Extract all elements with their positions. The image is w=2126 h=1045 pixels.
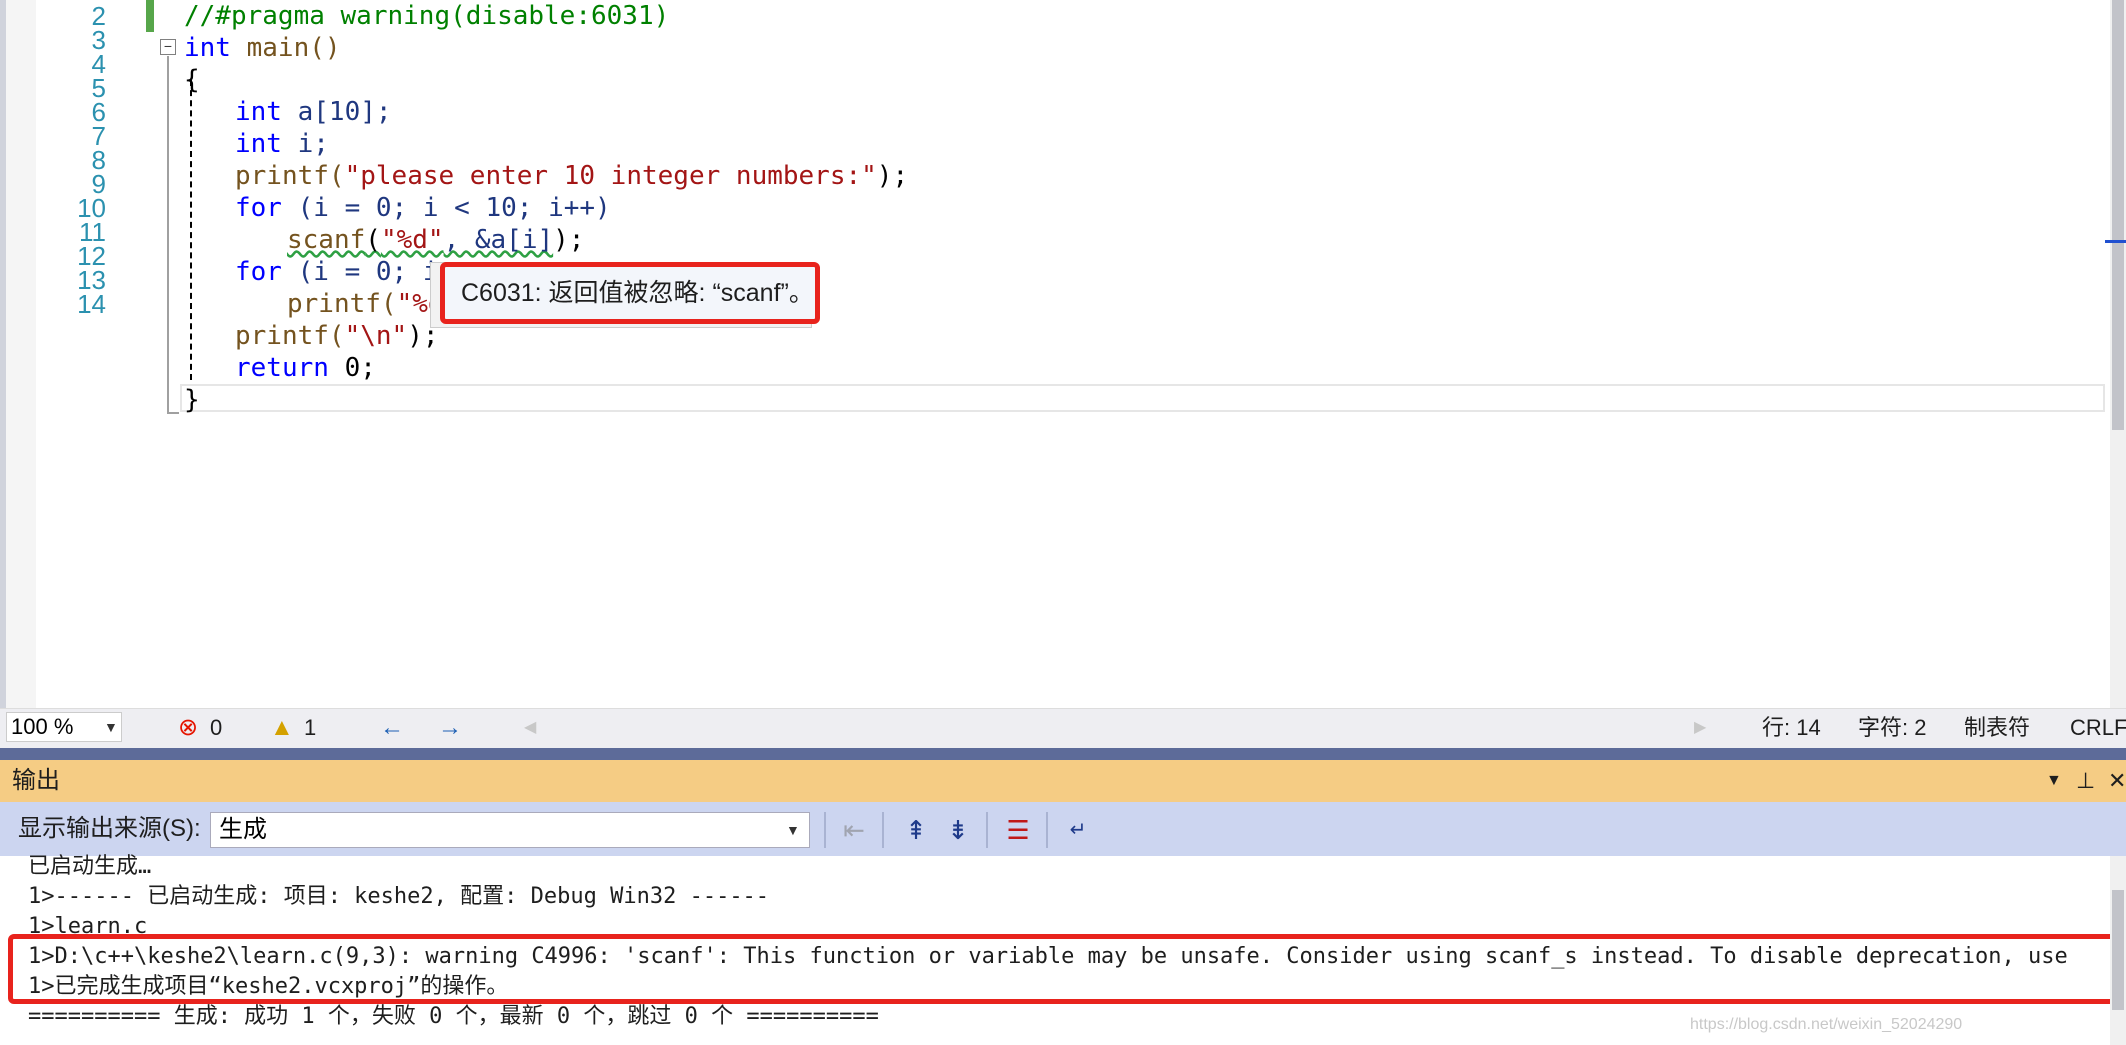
error-icon[interactable]: ⊗ xyxy=(178,714,198,742)
current-line-highlight xyxy=(180,384,2105,412)
change-indicator xyxy=(146,0,154,32)
toolbar-separator xyxy=(882,812,884,848)
panel-options-icon[interactable]: ▼ xyxy=(2046,760,2062,802)
clear-all-icon[interactable]: ☰ xyxy=(1000,812,1036,848)
nav-back-icon[interactable]: ← xyxy=(380,714,404,742)
warning-tooltip: C6031: 返回值被忽略: “scanf”。 xyxy=(440,262,820,324)
close-icon[interactable]: ✕ xyxy=(2108,760,2126,802)
editor-scroll-thumb[interactable] xyxy=(2112,0,2124,430)
fold-guide-line xyxy=(167,56,169,412)
find-message-icon[interactable]: ⇤ xyxy=(836,812,872,848)
nav-forward-icon[interactable]: → xyxy=(438,714,462,742)
output-line: ========== 生成: 成功 1 个，失败 0 个，最新 0 个，跳过 0… xyxy=(28,1004,879,1029)
toolbar-separator xyxy=(1046,812,1048,848)
scroll-position-marker xyxy=(2105,240,2126,243)
line-indicator[interactable]: 行: 14 xyxy=(1762,712,1821,744)
output-source-select[interactable]: 生成 xyxy=(210,812,810,848)
warning-icon[interactable]: ▲ xyxy=(270,714,294,742)
fold-guide-end xyxy=(167,412,179,414)
toolbar-separator xyxy=(824,812,826,848)
dropdown-arrow-icon[interactable]: ▼ xyxy=(104,712,122,742)
output-panel-title: 输出 xyxy=(12,767,60,794)
collapse-toggle-icon[interactable]: − xyxy=(160,39,176,55)
output-scroll-thumb[interactable] xyxy=(2112,890,2124,1010)
code-line-9[interactable]: scanf("%d", &a[i]); xyxy=(287,224,584,256)
code-line-3[interactable]: int main() xyxy=(184,32,341,64)
previous-message-icon[interactable]: ⇞ xyxy=(898,812,934,848)
code-line-5[interactable]: int a[10]; xyxy=(235,96,392,128)
output-line: 已启动生成… xyxy=(28,854,152,879)
line-ending[interactable]: CRLF xyxy=(2070,712,2126,744)
warning-count[interactable]: 1 xyxy=(304,712,316,744)
code-line-8[interactable]: for (i = 0; i < 10; i++) xyxy=(235,192,611,224)
warning-highlight-box xyxy=(8,934,2122,1004)
output-line: 1>------ 已启动生成: 项目: keshe2, 配置: Debug Wi… xyxy=(28,884,770,909)
indent-mode[interactable]: 制表符 xyxy=(1964,712,2030,744)
word-wrap-icon[interactable]: ↵ xyxy=(1060,812,1096,848)
next-message-icon[interactable]: ⇟ xyxy=(940,812,976,848)
code-line-6[interactable]: int i; xyxy=(235,128,329,160)
code-line-13[interactable]: return 0; xyxy=(235,352,376,384)
dropdown-arrow-icon[interactable]: ▼ xyxy=(786,812,800,848)
code-line-2[interactable]: //#pragma warning(disable:6031) xyxy=(184,0,669,32)
error-count[interactable]: 0 xyxy=(210,712,222,744)
editor-gutter xyxy=(6,0,36,708)
watermark: https://blog.csdn.net/weixin_52024290 xyxy=(1690,1016,1963,1033)
scroll-left-icon[interactable]: ◀ xyxy=(524,714,536,742)
code-line-12[interactable]: printf("\n"); xyxy=(235,320,439,352)
output-source-label: 显示输出来源(S): xyxy=(18,815,201,842)
code-line-14[interactable]: } xyxy=(184,384,200,416)
indent-guide xyxy=(190,80,192,380)
scroll-right-icon[interactable]: ▶ xyxy=(1694,714,1706,742)
panel-splitter[interactable] xyxy=(0,748,2126,760)
code-line-7[interactable]: printf("please enter 10 integer numbers:… xyxy=(235,160,908,192)
output-line: 1>learn.c xyxy=(28,914,148,936)
output-panel-header xyxy=(0,760,2126,802)
line-number: 14 xyxy=(77,289,106,319)
char-indicator[interactable]: 字符: 2 xyxy=(1858,712,1926,744)
pin-icon[interactable]: ⊥ xyxy=(2076,760,2095,802)
toolbar-separator xyxy=(986,812,988,848)
code-line-4[interactable]: { xyxy=(184,64,200,96)
